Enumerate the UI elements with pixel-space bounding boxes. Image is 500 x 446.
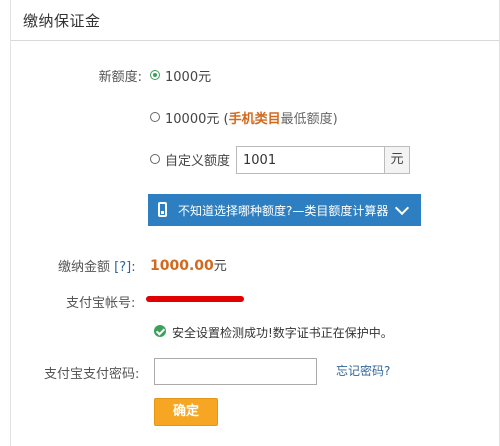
custom-amount-unit: 元 bbox=[384, 146, 410, 174]
forgot-password-link[interactable]: 忘记密码? bbox=[336, 362, 390, 379]
alipay-account-label: 支付宝帐号: bbox=[66, 296, 136, 311]
option-10000-amount: 10000元 ( bbox=[165, 112, 229, 127]
phone-icon bbox=[158, 202, 167, 217]
pay-amount-label: 缴纳金额 [?]: bbox=[58, 256, 136, 275]
custom-amount-input[interactable] bbox=[236, 146, 384, 174]
radio-custom-option[interactable] bbox=[150, 154, 160, 164]
calculator-text: 不知道选择哪种额度?—类目额度计算器 bbox=[178, 204, 389, 218]
option-1000-label[interactable]: 1000元 bbox=[165, 66, 211, 85]
help-link[interactable]: [?] bbox=[114, 260, 131, 275]
account-redaction bbox=[146, 296, 244, 302]
quota-calculator-toggle[interactable]: 不知道选择哪种额度?—类目额度计算器 bbox=[148, 194, 421, 226]
password-label: 支付宝支付密码: bbox=[44, 367, 140, 382]
new-quota-label: 新额度: bbox=[98, 70, 142, 85]
phone-category-highlight: 手机类目 bbox=[228, 112, 281, 127]
check-circle-icon bbox=[154, 325, 166, 337]
pay-amount-value: 1000.00元 bbox=[150, 255, 227, 274]
security-status: 安全设置检测成功!数字证书正在保护中。 bbox=[172, 326, 393, 340]
option-10000-label[interactable]: 10000元 (手机类目最低额度) bbox=[165, 108, 338, 127]
pay-amount-number: 1000.00 bbox=[150, 258, 214, 274]
page-title: 缴纳保证金 bbox=[23, 12, 101, 30]
pay-amount-label-text: 缴纳金额 bbox=[58, 260, 111, 275]
chevron-down-icon bbox=[394, 200, 410, 216]
confirm-button[interactable]: 确定 bbox=[154, 398, 218, 426]
radio-1000-option[interactable] bbox=[150, 70, 160, 80]
pay-amount-colon: : bbox=[131, 260, 136, 275]
minimum-quota-note: 最低额度) bbox=[280, 112, 338, 127]
pay-amount-unit: 元 bbox=[213, 259, 227, 274]
radio-10000-option[interactable] bbox=[150, 112, 160, 122]
password-input[interactable] bbox=[154, 358, 317, 385]
panel-header: 缴纳保证金 bbox=[11, 0, 499, 41]
option-custom-label[interactable]: 自定义额度 bbox=[165, 150, 230, 169]
